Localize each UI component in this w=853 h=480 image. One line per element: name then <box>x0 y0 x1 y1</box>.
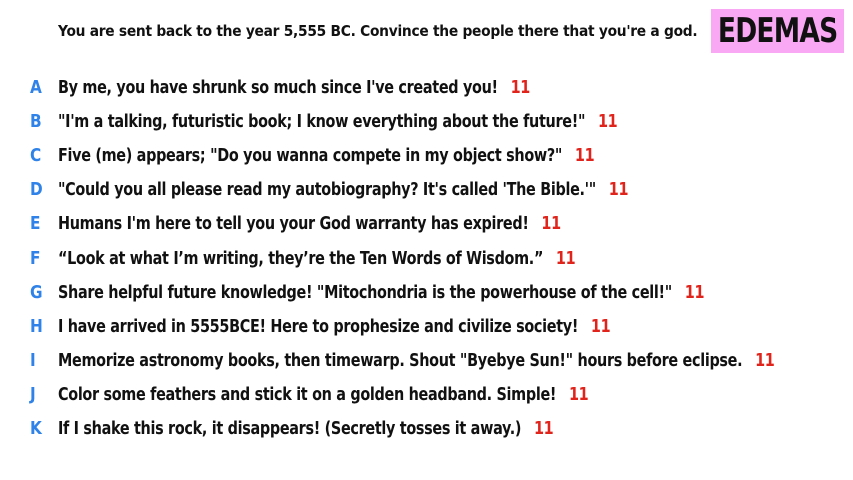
answer-letter: F <box>30 247 41 269</box>
answer-letter: H <box>30 315 43 337</box>
answer-text: "I'm a talking, futuristic book; I know … <box>58 110 586 132</box>
answer-list: A By me, you have shrunk so much since I… <box>0 70 853 446</box>
answer-row-f: F “Look at what I’m writing, they’re the… <box>0 241 853 275</box>
answer-text: Share helpful future knowledge! "Mitocho… <box>58 281 672 303</box>
answer-text: Memorize astronomy books, then timewarp.… <box>58 350 743 372</box>
answer-row-c: C Five (me) appears; "Do you wanna compe… <box>0 138 853 172</box>
answer-line: If I shake this rock, it disappears! (Se… <box>58 418 554 440</box>
answer-row-a: A By me, you have shrunk so much since I… <box>0 70 853 104</box>
answer-text: Five (me) appears; "Do you wanna compete… <box>58 144 563 166</box>
answer-line: “Look at what I’m writing, they’re the T… <box>58 247 576 269</box>
answer-letter: G <box>30 281 43 303</box>
answer-score: 11 <box>568 384 589 406</box>
answer-line: I have arrived in 5555BCE! Here to proph… <box>58 315 611 337</box>
answer-row-k: K If I shake this rock, it disappears! (… <box>0 412 853 446</box>
player-name-badge: EDEMAS <box>711 9 844 53</box>
answer-row-i: I Memorize astronomy books, then timewar… <box>0 344 853 378</box>
answer-text: "Could you all please read my autobiogra… <box>58 179 596 201</box>
answer-score: 11 <box>684 281 705 303</box>
answer-letter: A <box>30 76 42 98</box>
answer-line: By me, you have shrunk so much since I'v… <box>58 77 530 98</box>
answer-line: Humans I'm here to tell you your God war… <box>58 213 561 234</box>
answer-score: 11 <box>574 144 595 166</box>
answer-row-e: E Humans I'm here to tell you your God w… <box>0 207 853 241</box>
answer-text: I have arrived in 5555BCE! Here to proph… <box>58 315 579 337</box>
answer-line: "Could you all please read my autobiogra… <box>58 179 628 200</box>
answer-letter: E <box>30 213 41 235</box>
answer-line: Color some feathers and stick it on a go… <box>58 384 589 406</box>
answer-line: Share helpful future knowledge! "Mitocho… <box>58 282 704 303</box>
answer-row-g: G Share helpful future knowledge! "Mitoc… <box>0 275 853 309</box>
answer-line: Five (me) appears; "Do you wanna compete… <box>58 144 595 166</box>
answer-score: 11 <box>590 315 611 337</box>
answer-score: 11 <box>597 110 618 132</box>
answer-letter: K <box>30 418 42 440</box>
answer-letter: J <box>30 384 36 406</box>
answer-text: “Look at what I’m writing, they’re the T… <box>58 247 544 269</box>
answer-score: 11 <box>608 179 629 201</box>
answer-text: By me, you have shrunk so much since I'v… <box>58 76 498 98</box>
answer-text: Color some feathers and stick it on a go… <box>58 384 557 406</box>
answer-letter: B <box>30 110 42 132</box>
answer-letter: D <box>30 179 43 201</box>
answer-letter: C <box>30 144 42 166</box>
answer-letter: I <box>30 350 36 372</box>
answer-score: 11 <box>541 213 561 235</box>
answer-row-j: J Color some feathers and stick it on a … <box>0 378 853 412</box>
answer-score: 11 <box>555 247 576 269</box>
player-name: EDEMAS <box>717 11 838 51</box>
answer-row-b: B "I'm a talking, futuristic book; I kno… <box>0 104 853 138</box>
answer-line: "I'm a talking, futuristic book; I know … <box>58 110 618 132</box>
prompt-text: You are sent back to the year 5,555 BC. … <box>58 22 698 40</box>
answer-row-h: H I have arrived in 5555BCE! Here to pro… <box>0 309 853 343</box>
answer-line: Memorize astronomy books, then timewarp.… <box>58 350 775 372</box>
answer-score: 11 <box>510 76 531 98</box>
answer-text: If I shake this rock, it disappears! (Se… <box>58 418 522 440</box>
answer-row-d: D "Could you all please read my autobiog… <box>0 173 853 207</box>
answer-text: Humans I'm here to tell you your God war… <box>58 213 529 235</box>
answer-score: 11 <box>755 350 775 372</box>
answer-score: 11 <box>533 418 554 440</box>
